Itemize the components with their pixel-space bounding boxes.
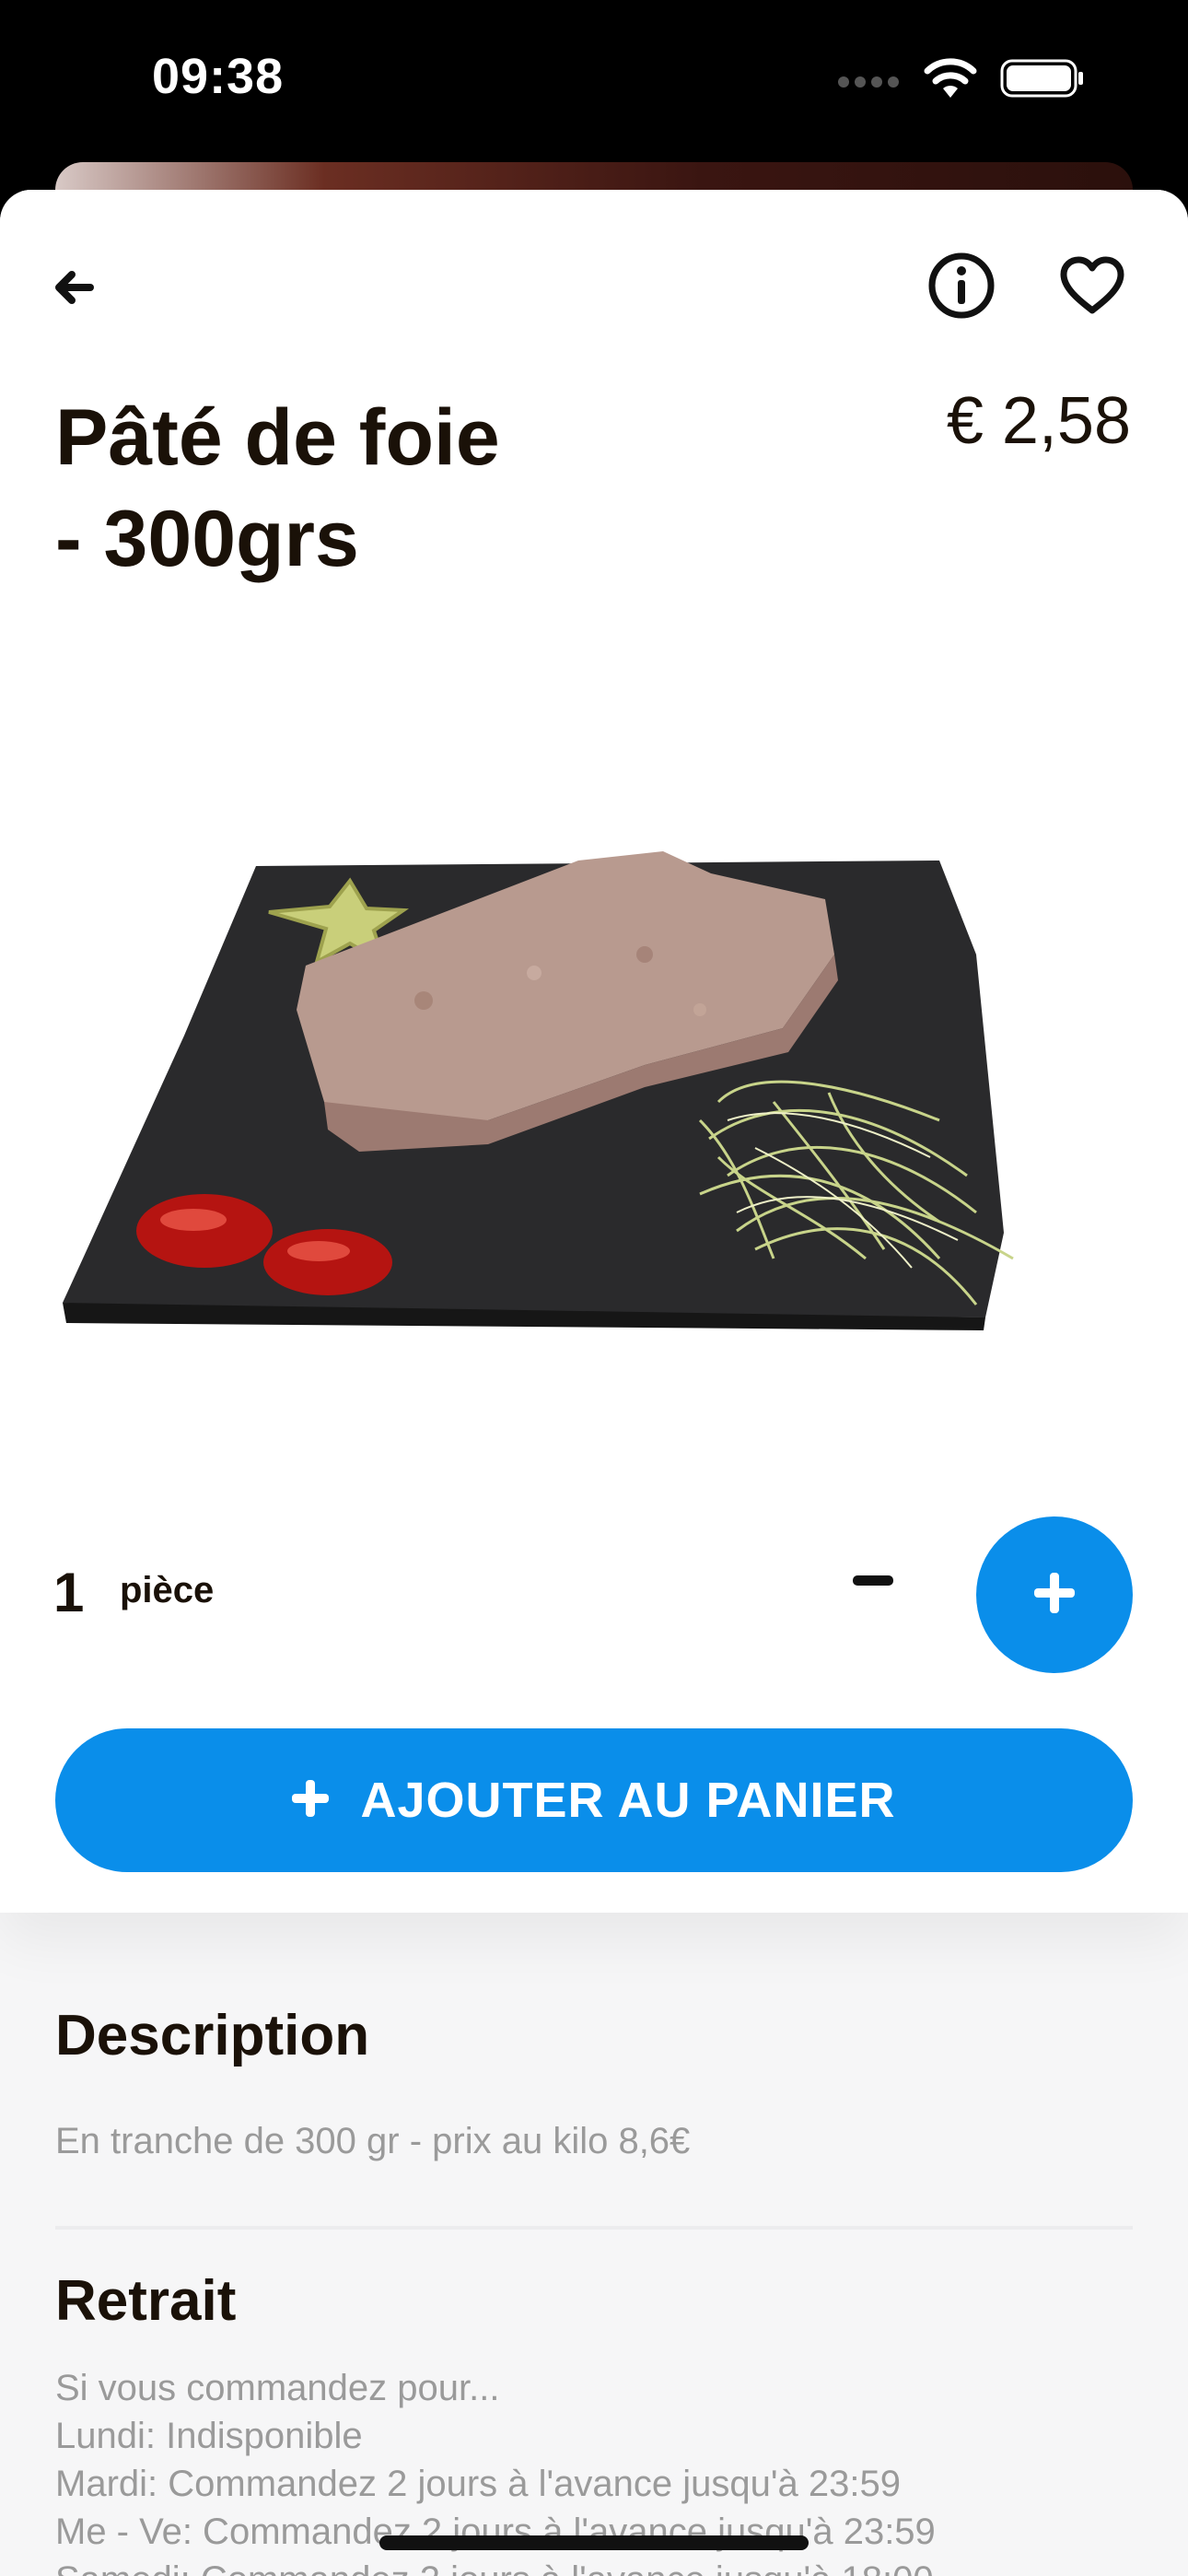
section-divider [55,2226,1133,2230]
pickup-heading: Retrait [55,2269,237,2333]
plus-icon [1034,1572,1075,1618]
status-bar: 09:38 [0,0,1188,166]
add-to-cart-label: AJOUTER AU PANIER [360,1773,896,1828]
cellular-signal-icon [836,69,901,92]
info-button[interactable] [925,251,998,324]
wifi-icon [923,57,978,104]
description-heading: Description [55,2004,370,2067]
status-time: 09:38 [152,49,285,104]
arrow-left-icon [52,269,96,310]
pickup-line: Si vous commandez pour... [55,2368,500,2408]
product-main-panel: Pâté de foie - 300grs € 2,58 1 pièce AJO… [0,190,1188,1913]
screen: 09:38 Pâté de foie - 300grs € 2,58 1 piè… [0,0,1188,2576]
quantity-unit: pièce [120,1570,215,1610]
favorite-button[interactable] [1054,251,1131,324]
product-title: Pâté de foie - 300grs [55,387,663,590]
pickup-line: Mardi: Commandez 2 jours à l'avance jusq… [55,2464,901,2504]
product-price: € 2,58 [946,384,1131,458]
description-text: En tranche de 300 gr - prix au kilo 8,6€ [55,2121,691,2161]
info-circle-icon [926,251,996,325]
home-indicator[interactable] [379,2535,809,2550]
minus-icon [853,1575,893,1591]
battery-icon [1000,58,1085,103]
quantity-value: 1 [53,1562,85,1623]
product-sheet: Pâté de foie - 300grs € 2,58 1 pièce AJO… [0,190,1188,2576]
product-title-line2: - 300grs [55,495,359,583]
plus-icon [292,1779,330,1821]
status-icons [836,57,1085,104]
increase-quantity-button[interactable] [976,1516,1133,1673]
product-title-line1: Pâté de foie [55,393,500,482]
decrease-quantity-button[interactable] [834,1544,912,1622]
add-to-cart-button[interactable]: AJOUTER AU PANIER [55,1728,1133,1872]
heart-outline-icon [1058,255,1126,321]
back-button[interactable] [44,260,103,319]
pickup-line: Lundi: Indisponible [55,2416,363,2456]
product-image [55,825,1096,1544]
pickup-line: Samedi: Commandez 2 jours à l'avance jus… [55,2556,936,2576]
